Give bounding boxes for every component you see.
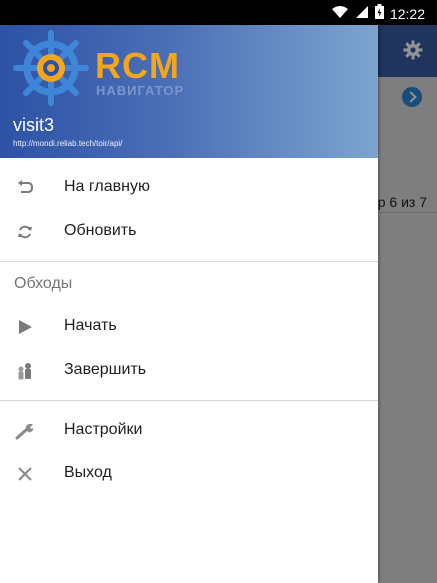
- menu-item-finish[interactable]: Завершить: [0, 349, 378, 393]
- play-icon: [15, 317, 35, 337]
- menu-item-label: Начать: [64, 317, 117, 334]
- status-bar: 12:22: [0, 0, 437, 25]
- battery-icon: [374, 4, 384, 24]
- logo-title: RCM: [95, 45, 180, 86]
- menu-item-start[interactable]: Начать: [0, 305, 378, 349]
- section-title: Обходы: [14, 275, 73, 292]
- logo-subtitle: НАВИГАТОР: [96, 83, 185, 98]
- divider: [0, 261, 378, 262]
- drawer-header: RCM НАВИГАТОР visit3 http://mondi.reliab…: [0, 25, 378, 158]
- menu-item-label: Настройки: [64, 421, 143, 438]
- menu-item-home[interactable]: На главную: [0, 166, 378, 210]
- ship-wheel-logo-icon: [12, 29, 90, 112]
- menu-item-label: Выход: [64, 464, 112, 481]
- status-icons: 12:22: [331, 4, 425, 24]
- account-url: http://mondi.reliab.tech/toir/api/: [13, 139, 123, 148]
- close-icon: [15, 464, 35, 484]
- signal-icon: [355, 5, 369, 24]
- status-time: 12:22: [389, 5, 425, 22]
- menu-item-label: На главную: [64, 178, 150, 195]
- navigation-drawer: RCM НАВИГАТОР visit3 http://mondi.reliab…: [0, 25, 378, 583]
- menu-item-label: Обновить: [64, 222, 137, 239]
- people-icon: [15, 361, 35, 381]
- refresh-icon: [15, 222, 35, 242]
- undo-arrow-icon: [15, 178, 35, 198]
- menu-item-refresh[interactable]: Обновить: [0, 210, 378, 254]
- menu-item-exit[interactable]: Выход: [0, 452, 378, 496]
- divider: [0, 400, 378, 401]
- account-name: visit3: [13, 115, 55, 135]
- wrench-icon: [15, 421, 35, 441]
- wifi-icon: [331, 5, 349, 24]
- menu-item-settings[interactable]: Настройки: [0, 409, 378, 453]
- menu-item-label: Завершить: [64, 361, 147, 378]
